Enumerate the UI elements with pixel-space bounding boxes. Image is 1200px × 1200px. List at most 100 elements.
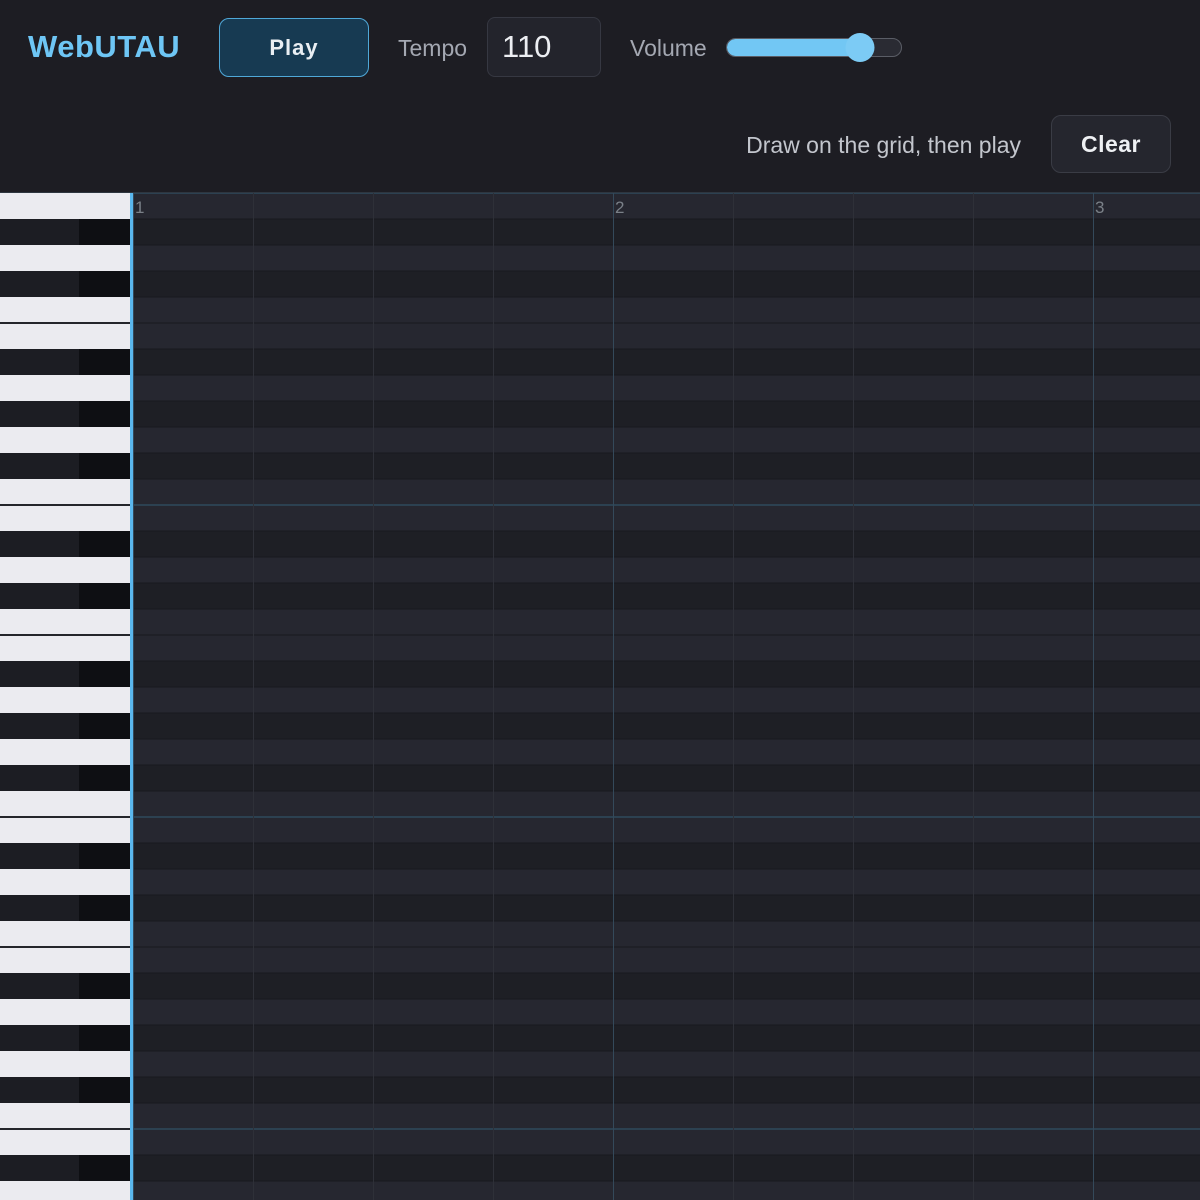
grid-row[interactable] (133, 635, 1200, 661)
measure-number: 2 (615, 198, 624, 217)
grid-row[interactable] (133, 349, 1200, 375)
grid-row[interactable] (133, 479, 1200, 505)
piano-key-white[interactable] (0, 739, 130, 765)
piano-key-white[interactable] (0, 609, 130, 635)
piano-key-white[interactable] (0, 323, 130, 349)
piano-roll: 1 2 3 (0, 192, 1200, 1200)
grid-row[interactable] (133, 1155, 1200, 1181)
grid-row[interactable] (133, 843, 1200, 869)
piano-key-white[interactable] (0, 193, 130, 219)
grid-row[interactable] (133, 583, 1200, 609)
piano-key-white[interactable] (0, 557, 130, 583)
grid-row[interactable] (133, 323, 1200, 349)
clear-button[interactable]: Clear (1051, 115, 1171, 173)
grid-row[interactable] (133, 297, 1200, 323)
grid-row[interactable] (133, 609, 1200, 635)
piano-key-black-tip (79, 531, 130, 557)
play-button[interactable]: Play (219, 18, 369, 77)
piano-key-black[interactable] (0, 661, 130, 687)
piano-key-black-tip (79, 349, 130, 375)
grid-row[interactable] (133, 661, 1200, 687)
grid-row[interactable] (133, 739, 1200, 765)
volume-track[interactable] (726, 38, 902, 57)
grid-row[interactable] (133, 1129, 1200, 1155)
grid-row[interactable] (133, 1103, 1200, 1129)
grid-row[interactable] (133, 245, 1200, 271)
piano-key-black[interactable] (0, 1077, 130, 1103)
hint-text: Draw on the grid, then play (746, 132, 1021, 158)
piano-key-white[interactable] (0, 869, 130, 895)
grid-row[interactable] (133, 687, 1200, 713)
piano-key-black[interactable] (0, 583, 130, 609)
grid-row[interactable] (133, 1051, 1200, 1077)
piano-key-white[interactable] (0, 375, 130, 401)
piano-key-black[interactable] (0, 843, 130, 869)
piano-key-black-tip (79, 219, 130, 245)
piano-key-white[interactable] (0, 921, 130, 947)
grid-row[interactable] (133, 401, 1200, 427)
grid-row[interactable] (133, 375, 1200, 401)
piano-key-divider (0, 1128, 130, 1130)
piano-key-black[interactable] (0, 1155, 130, 1181)
grid-row[interactable] (133, 921, 1200, 947)
piano-key-black-tip (79, 895, 130, 921)
piano-key-black[interactable] (0, 401, 130, 427)
grid-row[interactable] (133, 193, 1200, 219)
grid-row[interactable] (133, 1077, 1200, 1103)
piano-key-white[interactable] (0, 999, 130, 1025)
note-grid[interactable]: 1 2 3 (133, 193, 1200, 1200)
piano-key-black[interactable] (0, 895, 130, 921)
piano-key-black[interactable] (0, 271, 130, 297)
grid-row[interactable] (133, 453, 1200, 479)
grid-row[interactable] (133, 999, 1200, 1025)
grid-row[interactable] (133, 817, 1200, 843)
piano-key-black-tip (79, 713, 130, 739)
toolbar: WebUTAU Play Tempo Volume Draw on the gr… (0, 0, 1200, 192)
piano-key-white[interactable] (0, 1051, 130, 1077)
grid-row[interactable] (133, 557, 1200, 583)
note-grid-canvas[interactable]: 1 2 3 (133, 193, 1200, 1200)
grid-row[interactable] (133, 973, 1200, 999)
piano-key-white[interactable] (0, 245, 130, 271)
volume-slider[interactable] (726, 33, 902, 62)
grid-row[interactable] (133, 713, 1200, 739)
piano-key-black-tip (79, 583, 130, 609)
grid-row[interactable] (133, 531, 1200, 557)
grid-row[interactable] (133, 947, 1200, 973)
grid-row[interactable] (133, 505, 1200, 531)
grid-row[interactable] (133, 895, 1200, 921)
tempo-input[interactable] (487, 17, 601, 77)
piano-key-white[interactable] (0, 947, 130, 973)
piano-key-black[interactable] (0, 713, 130, 739)
grid-row[interactable] (133, 219, 1200, 245)
piano-key-white[interactable] (0, 479, 130, 505)
grid-row[interactable] (133, 427, 1200, 453)
piano-key-white[interactable] (0, 1129, 130, 1155)
piano-key-black-tip (79, 843, 130, 869)
piano-key-white[interactable] (0, 817, 130, 843)
piano-key-black[interactable] (0, 973, 130, 999)
piano-key-white[interactable] (0, 1103, 130, 1129)
piano-key-black[interactable] (0, 765, 130, 791)
grid-row[interactable] (133, 791, 1200, 817)
piano-key-black[interactable] (0, 453, 130, 479)
grid-row[interactable] (133, 271, 1200, 297)
piano-key-white[interactable] (0, 791, 130, 817)
grid-row[interactable] (133, 765, 1200, 791)
piano-key-white[interactable] (0, 297, 130, 323)
piano-key-black[interactable] (0, 1025, 130, 1051)
piano-key-white[interactable] (0, 635, 130, 661)
piano-key-white[interactable] (0, 1181, 130, 1200)
piano-key-black[interactable] (0, 531, 130, 557)
piano-key-black-tip (79, 401, 130, 427)
grid-row[interactable] (133, 1181, 1200, 1200)
grid-row[interactable] (133, 1025, 1200, 1051)
piano-key-white[interactable] (0, 427, 130, 453)
piano-key-white[interactable] (0, 505, 130, 531)
piano-key-white[interactable] (0, 687, 130, 713)
grid-row[interactable] (133, 869, 1200, 895)
piano-key-black-tip (79, 765, 130, 791)
piano-key-black[interactable] (0, 349, 130, 375)
volume-thumb[interactable] (845, 33, 875, 62)
piano-key-black[interactable] (0, 219, 130, 245)
